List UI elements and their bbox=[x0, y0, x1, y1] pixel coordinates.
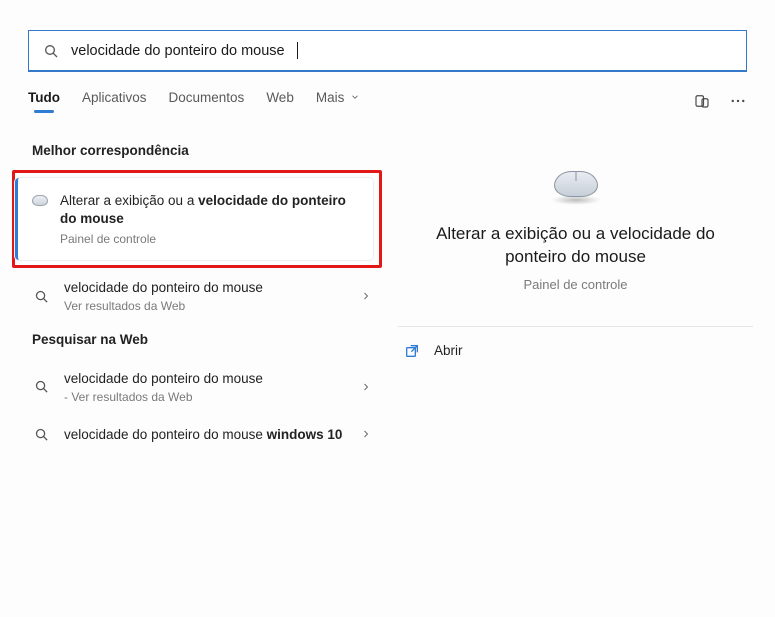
result-title: velocidade do ponteiro do mouse bbox=[64, 370, 346, 388]
preview-pane: Alterar a exibição ou a velocidade do po… bbox=[398, 135, 753, 454]
open-action[interactable]: Abrir bbox=[398, 327, 753, 375]
chevron-right-icon bbox=[360, 290, 372, 302]
preview-subtitle: Painel de controle bbox=[408, 277, 743, 292]
tab-more[interactable]: Mais bbox=[316, 90, 360, 111]
chevron-right-icon bbox=[360, 381, 372, 393]
preview-title: Alterar a exibição ou a velocidade do po… bbox=[408, 223, 743, 269]
more-options-icon[interactable] bbox=[729, 92, 747, 110]
text-cursor bbox=[297, 42, 298, 59]
search-query-text: velocidade do ponteiro do mouse bbox=[71, 43, 285, 59]
phone-link-icon[interactable] bbox=[693, 92, 711, 110]
result-title: velocidade do ponteiro do mouse windows … bbox=[64, 426, 346, 444]
chevron-down-icon bbox=[350, 92, 360, 102]
mouse-icon-large bbox=[550, 167, 602, 203]
filter-tabs: Tudo Aplicativos Documentos Web Mais bbox=[28, 90, 747, 111]
result-title: velocidade do ponteiro do mouse bbox=[64, 279, 346, 297]
mouse-icon bbox=[32, 195, 50, 206]
best-match-title-prefix: Alterar a exibição ou a bbox=[60, 193, 198, 208]
tab-all[interactable]: Tudo bbox=[28, 90, 60, 111]
result-subtitle: - Ver resultados da Web bbox=[64, 390, 346, 404]
search-icon bbox=[32, 289, 50, 304]
result-web-2[interactable]: velocidade do ponteiro do mouse - Ver re… bbox=[12, 359, 382, 415]
best-match-card[interactable]: Alterar a exibição ou a velocidade do po… bbox=[15, 178, 373, 260]
result-title-prefix: velocidade do ponteiro do mouse bbox=[64, 427, 267, 442]
best-match-subtitle: Painel de controle bbox=[60, 232, 357, 246]
result-web-1[interactable]: velocidade do ponteiro do mouse Ver resu… bbox=[12, 268, 382, 324]
search-bar[interactable]: velocidade do ponteiro do mouse bbox=[28, 30, 747, 72]
results-column: Melhor correspondência Alterar a exibiçã… bbox=[12, 135, 382, 454]
search-icon bbox=[32, 427, 50, 442]
tab-apps[interactable]: Aplicativos bbox=[82, 90, 147, 111]
search-icon bbox=[43, 43, 59, 59]
result-web-3[interactable]: velocidade do ponteiro do mouse windows … bbox=[12, 415, 382, 455]
section-search-web: Pesquisar na Web bbox=[32, 332, 382, 347]
chevron-right-icon bbox=[360, 428, 372, 440]
best-match-title: Alterar a exibição ou a velocidade do po… bbox=[60, 192, 357, 228]
tab-more-label: Mais bbox=[316, 90, 345, 105]
open-icon bbox=[404, 343, 420, 359]
tab-documents[interactable]: Documentos bbox=[169, 90, 245, 111]
annotation-highlight: Alterar a exibição ou a velocidade do po… bbox=[12, 170, 382, 268]
tab-web[interactable]: Web bbox=[266, 90, 294, 111]
result-title-bold: windows 10 bbox=[267, 427, 343, 442]
open-label: Abrir bbox=[434, 343, 463, 358]
result-subtitle: Ver resultados da Web bbox=[64, 299, 346, 313]
search-icon bbox=[32, 379, 50, 394]
section-best-match: Melhor correspondência bbox=[32, 143, 382, 158]
